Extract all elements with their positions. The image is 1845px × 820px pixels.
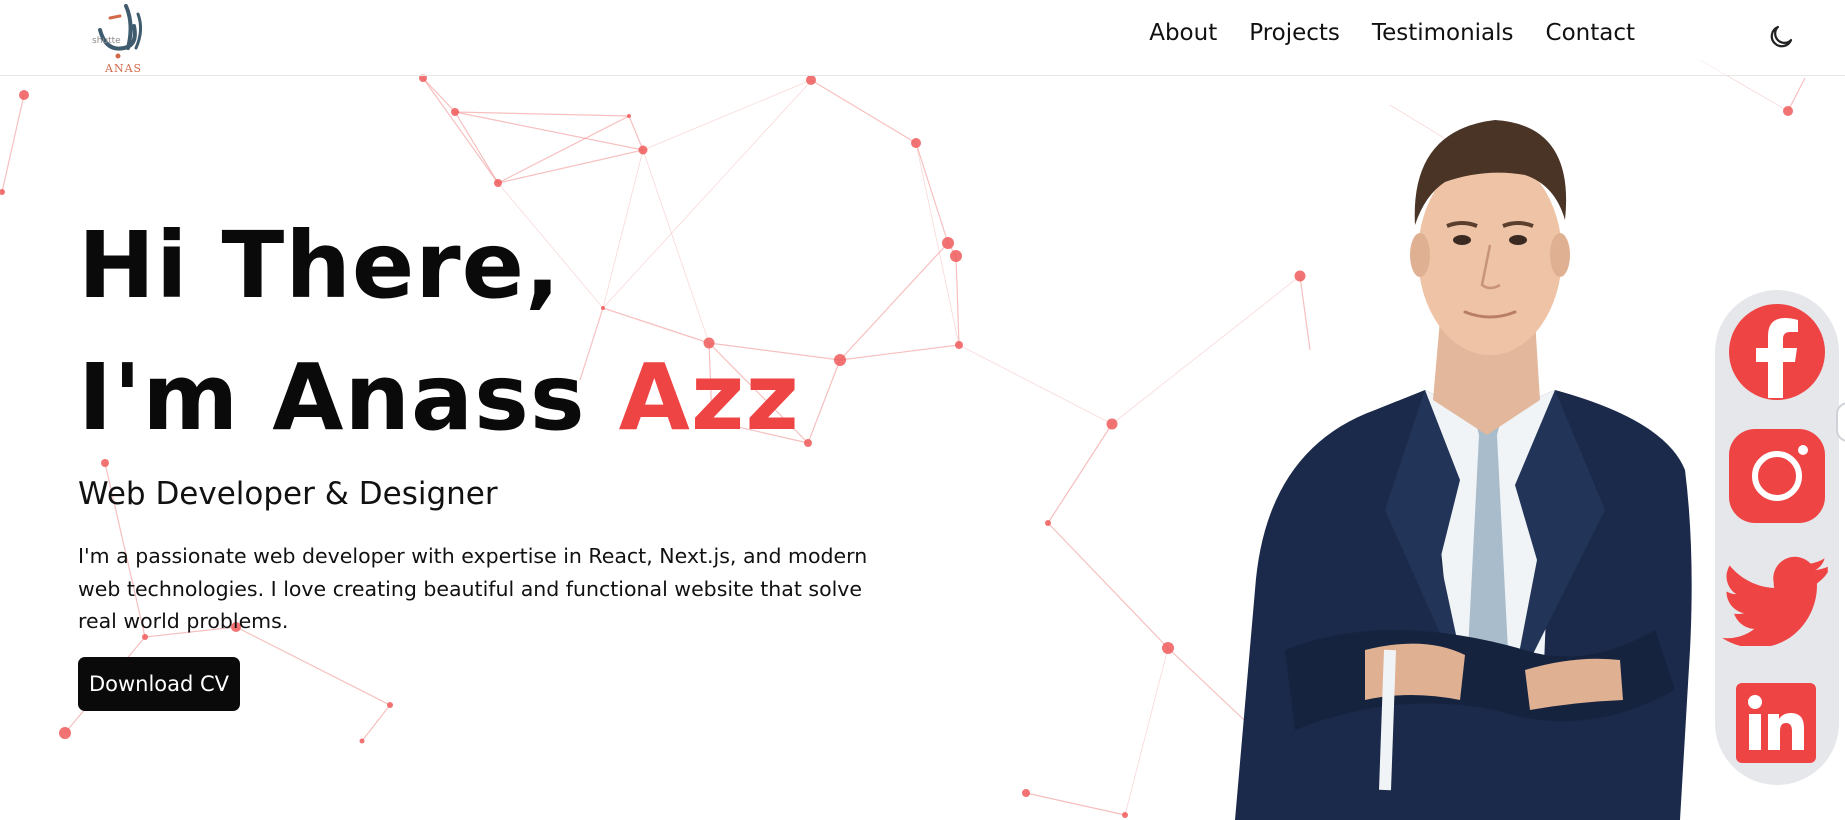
greeting-line: Hi There,	[78, 212, 561, 319]
twitter-icon	[1722, 556, 1828, 648]
top-navbar: shutte ANAS About Projects Testimonials …	[0, 0, 1845, 76]
moon-icon	[1770, 25, 1793, 48]
intro-line: I'm Anass Azz	[78, 332, 800, 464]
nav-projects[interactable]: Projects	[1249, 20, 1340, 46]
intro-name: I'm Anass	[78, 344, 619, 451]
intro-highlight: Azz	[618, 344, 800, 451]
role-subtitle: Web Developer & Designer	[78, 476, 498, 512]
main-nav: About Projects Testimonials Contact	[1149, 20, 1635, 46]
twitter-link[interactable]	[1722, 556, 1830, 648]
hero-heading: Hi There, I'm Anass Azz	[78, 200, 800, 464]
linkedin-link[interactable]	[1735, 682, 1817, 764]
linkedin-icon	[1736, 683, 1816, 763]
profile-portrait	[1235, 120, 1692, 820]
instagram-link[interactable]	[1728, 428, 1826, 524]
logo-name: ANAS	[105, 62, 143, 75]
instagram-icon	[1729, 429, 1825, 523]
nav-contact[interactable]: Contact	[1546, 20, 1635, 46]
theme-toggle-button[interactable]	[1766, 22, 1796, 52]
nav-about[interactable]: About	[1149, 20, 1217, 46]
facebook-link[interactable]	[1727, 302, 1827, 402]
download-cv-button[interactable]: Download CV	[78, 657, 240, 711]
side-panel-handle[interactable]	[1836, 402, 1845, 442]
logo-watermark: shutte	[92, 36, 121, 46]
facebook-icon	[1729, 304, 1825, 400]
bio-paragraph: I'm a passionate web developer with expe…	[78, 544, 868, 633]
nav-testimonials[interactable]: Testimonials	[1372, 20, 1514, 46]
